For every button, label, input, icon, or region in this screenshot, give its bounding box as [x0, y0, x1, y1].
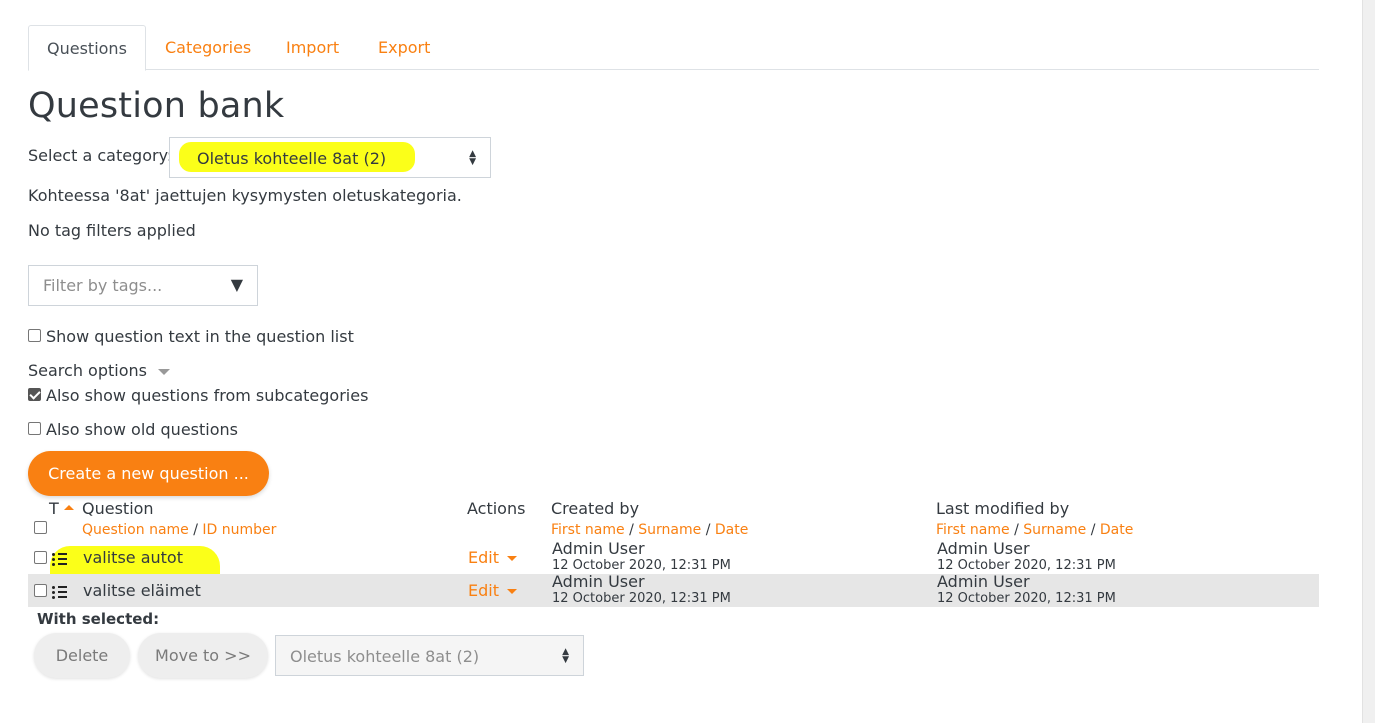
page-scroll-edge — [1362, 0, 1375, 723]
separator: / — [629, 522, 634, 538]
multichoice-question-icon — [52, 552, 68, 566]
move-target-value: Oletus kohteelle 8at (2) — [290, 647, 480, 666]
search-options-toggle[interactable]: Search options — [28, 361, 171, 380]
delete-button[interactable]: Delete — [34, 633, 130, 678]
modified-sort-links: First name / Surname / Date — [936, 522, 1133, 538]
tab-import[interactable]: Import — [286, 25, 339, 69]
sort-modified-firstname-link[interactable]: First name — [936, 522, 1010, 538]
sort-question-name-link[interactable]: Question name — [82, 522, 189, 538]
row-select-checkbox[interactable] — [34, 551, 47, 564]
select-arrows-icon: ▲ ▼ — [562, 646, 569, 665]
create-question-button[interactable]: Create a new question ... — [28, 451, 269, 496]
tab-export[interactable]: Export — [378, 25, 430, 69]
move-to-button[interactable]: Move to >> — [138, 633, 268, 678]
with-selected-label: With selected: — [37, 610, 160, 628]
move-target-select[interactable]: Oletus kohteelle 8at (2) ▲ ▼ — [275, 635, 584, 676]
sort-modified-date-link[interactable]: Date — [1100, 522, 1133, 538]
tag-filter-placeholder: Filter by tags... — [43, 276, 163, 295]
tab-categories[interactable]: Categories — [165, 25, 251, 69]
question-sort-links: Question name / ID number — [82, 522, 276, 538]
caret-down-icon — [506, 589, 517, 594]
question-name: valitse autot — [83, 548, 183, 567]
tag-filter-input[interactable]: Filter by tags... ▼ — [28, 265, 258, 306]
created-date: 12 October 2020, 12:31 PM — [552, 591, 731, 606]
edit-label: Edit — [468, 581, 499, 600]
caret-down-icon — [158, 368, 171, 375]
created-date: 12 October 2020, 12:31 PM — [552, 558, 731, 573]
created-user: Admin User — [552, 572, 645, 591]
created-user: Admin User — [552, 539, 645, 558]
separator: / — [1014, 522, 1019, 538]
modified-date: 12 October 2020, 12:31 PM — [937, 591, 1116, 606]
select-arrows-icon: ▲ ▼ — [469, 148, 476, 167]
row-select-checkbox[interactable] — [34, 584, 47, 597]
show-question-text-label: Show question text in the question list — [46, 327, 354, 346]
question-bank-tabs: Questions Categories Import Export — [28, 25, 1319, 71]
sort-by-type-header[interactable]: T — [49, 499, 74, 518]
modified-by-header: Last modified by — [936, 499, 1070, 518]
type-header-label: T — [49, 499, 59, 518]
show-question-text-checkbox[interactable] — [28, 329, 41, 342]
multichoice-question-icon — [52, 585, 68, 599]
edit-label: Edit — [468, 548, 499, 567]
tag-filter-status: No tag filters applied — [28, 221, 196, 240]
category-select-value: Oletus kohteelle 8at (2) — [197, 149, 387, 168]
page-title: Question bank — [28, 86, 285, 126]
sort-modified-surname-link[interactable]: Surname — [1023, 522, 1086, 538]
subcategories-checkbox[interactable] — [28, 388, 41, 401]
question-header: Question — [82, 499, 154, 518]
old-questions-checkbox[interactable] — [28, 422, 41, 435]
sort-created-surname-link[interactable]: Surname — [638, 522, 701, 538]
select-all-checkbox[interactable] — [34, 521, 47, 534]
created-sort-links: First name / Surname / Date — [551, 522, 748, 538]
edit-menu-button[interactable]: Edit — [468, 548, 517, 567]
search-options-label: Search options — [28, 361, 147, 380]
modified-date: 12 October 2020, 12:31 PM — [937, 558, 1116, 573]
category-label: Select a category: — [28, 146, 173, 165]
sort-asc-icon — [63, 505, 74, 510]
subcategories-label: Also show questions from subcategories — [46, 386, 369, 405]
edit-menu-button[interactable]: Edit — [468, 581, 517, 600]
sort-id-number-link[interactable]: ID number — [202, 522, 276, 538]
category-select[interactable]: Oletus kohteelle 8at (2) ▲ ▼ — [169, 137, 491, 178]
category-description: Kohteessa '8at' jaettujen kysymysten ole… — [28, 186, 462, 205]
separator: / — [705, 522, 711, 538]
dropdown-triangle-icon: ▼ — [230, 275, 243, 294]
tab-questions[interactable]: Questions — [28, 25, 146, 71]
separator: / — [193, 522, 198, 538]
sort-created-firstname-link[interactable]: First name — [551, 522, 625, 538]
separator: / — [1090, 522, 1096, 538]
modified-user: Admin User — [937, 572, 1030, 591]
created-by-header: Created by — [551, 499, 640, 518]
caret-down-icon — [506, 556, 517, 561]
old-questions-label: Also show old questions — [46, 420, 238, 439]
question-name: valitse eläimet — [83, 581, 201, 600]
actions-header: Actions — [467, 499, 526, 518]
modified-user: Admin User — [937, 539, 1030, 558]
sort-created-date-link[interactable]: Date — [715, 522, 748, 538]
